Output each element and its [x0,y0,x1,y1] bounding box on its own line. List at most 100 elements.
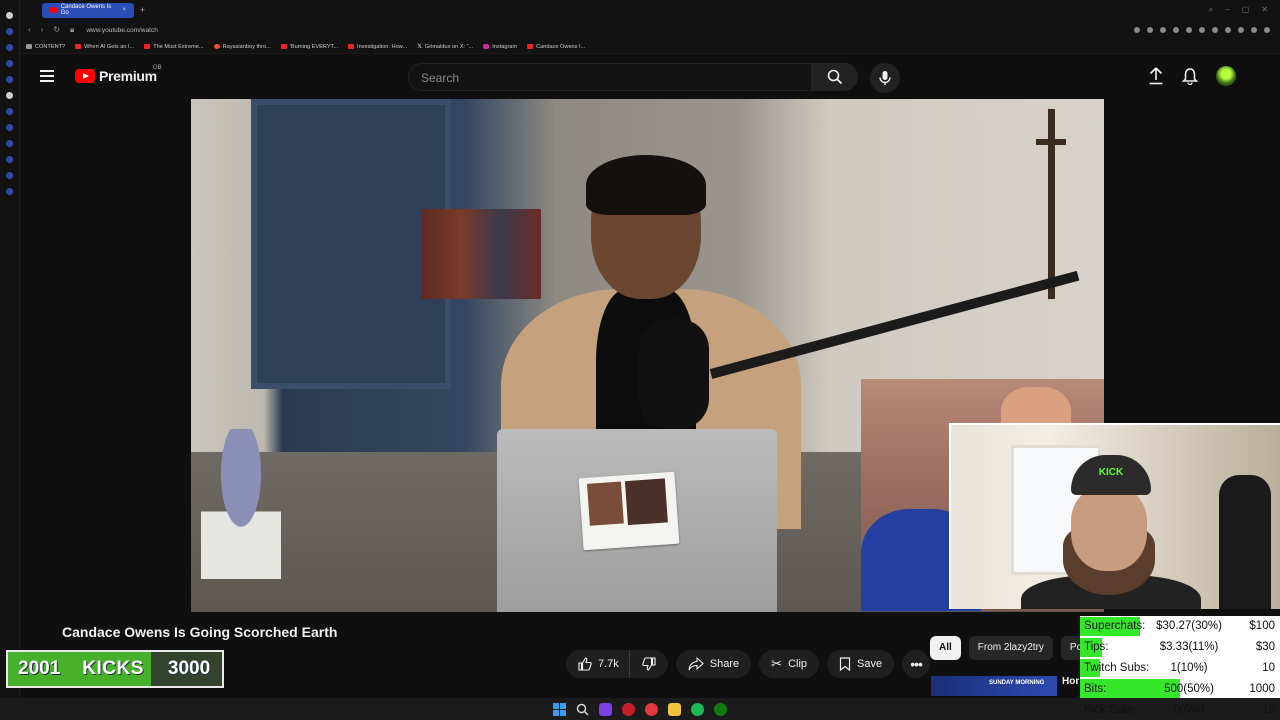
clip-button[interactable]: ✂ Clip [759,650,820,678]
menu-icon[interactable] [1264,27,1270,33]
spotify-icon[interactable] [691,702,704,716]
sidebar-app-icon[interactable] [6,108,13,115]
bookmark[interactable]: Investigation: How... [348,44,407,50]
sidebar-app-icon[interactable] [6,156,13,163]
history-icon[interactable] [6,172,13,179]
goal-value: $30.27(30%) [1156,620,1222,633]
search-tabs-icon[interactable]: ⌕ [1209,5,1213,15]
kicks-label: KICKS [82,658,144,679]
bookmark[interactable]: CONTENT? [26,44,65,50]
sidebar-app-icon[interactable] [6,60,13,67]
region-code: GB [153,65,162,71]
extension-icon[interactable] [1147,27,1153,33]
xbox-icon[interactable] [714,702,727,716]
download-icon[interactable] [1251,27,1257,33]
opera-browser-icon[interactable] [622,702,635,716]
youtube-icon [144,44,151,49]
settings-icon[interactable] [6,188,13,195]
screen: Candace Owens Is Go × + ⌕ – ▢ ✕ ‹ › ↻ 🔒︎… [0,0,1280,720]
bookmark[interactable]: Rayasianboy thro... [213,44,271,50]
messenger-icon[interactable] [6,124,13,131]
chip-all[interactable]: All [930,636,961,660]
back-icon[interactable]: ‹ [28,25,31,35]
share-button[interactable]: Share [675,650,752,678]
bookmark[interactable]: Candace Owens I... [527,44,585,50]
reload-icon[interactable]: ↻ [53,25,60,35]
extension-icon[interactable] [1186,27,1192,33]
video-scene-crucifix [1036,109,1066,299]
related-video-title[interactable]: Hor [1062,676,1079,687]
instagram-icon[interactable] [6,140,13,147]
sidebar-app-icon[interactable] [6,76,13,83]
goal-value: 500(50%) [1164,682,1214,695]
donation-goal-row: Superchats: $30.27(30%) $100 [1080,616,1280,637]
sidebar-app-icon[interactable] [6,44,13,51]
bookmark[interactable]: When AI Gets an I... [75,44,134,50]
folder-icon [26,44,32,49]
goal-value: $3.33(11%) [1159,641,1219,654]
goal-label: Kick Subs: [1084,703,1139,716]
chip-from-channel[interactable]: From 2lazy2try [968,636,1053,660]
goal-target: $100 [1249,620,1275,633]
youtube-premium-logo[interactable]: Premium GB [75,65,162,84]
search-input[interactable]: Search [408,63,812,91]
bookmark[interactable]: Instagram [483,44,517,50]
sidebar-app-icon[interactable] [6,92,13,99]
goal-label: Superchats: [1084,620,1146,633]
opera-gx-icon[interactable] [645,702,658,716]
goal-label: Twitch Subs: [1084,661,1150,674]
save-button[interactable]: Save [827,650,895,678]
hamburger-menu-icon[interactable] [40,70,54,82]
account-avatar[interactable] [1216,66,1236,86]
kicks-goal-bar: 2001 KICKS 3000 [6,650,224,688]
youtube-play-icon [75,69,95,83]
header-actions [1148,66,1236,86]
dislike-button[interactable] [628,650,668,678]
maximize-icon[interactable]: ▢ [1242,5,1250,15]
streamer-webcam: KICK [949,423,1280,609]
taskbar-search-icon[interactable] [576,703,589,716]
minimize-icon[interactable]: – [1225,5,1229,15]
forward-icon[interactable]: › [41,25,44,35]
goal-target: 10 [1262,661,1275,674]
youtube-icon [527,44,534,49]
kicks-goal: 3000 [167,658,211,679]
zoom-icon[interactable] [1134,27,1140,33]
like-count: 7.7k [598,658,619,670]
extension-icon[interactable] [1238,27,1244,33]
video-actions: 7.7k Share ✂ Clip Save ••• [566,650,931,678]
related-video-thumbnail[interactable]: SUNDAY MORNING [931,676,1057,696]
taskbar-app-icon[interactable] [599,702,612,716]
upload-icon[interactable] [1148,67,1164,85]
close-window-icon[interactable]: ✕ [1261,5,1268,15]
more-actions-button[interactable]: ••• [902,650,931,678]
url-field[interactable]: www.youtube.com/watch [86,27,158,34]
extension-icon[interactable] [1160,27,1166,33]
heart-icon[interactable] [1212,27,1218,33]
sidebar-app-icon[interactable] [6,28,13,35]
opera-logo-icon[interactable] [6,12,13,19]
extension-icon[interactable] [1173,27,1179,33]
bookmark[interactable]: 'Burning EVERYT... [280,44,338,50]
search-button[interactable] [812,63,858,91]
share-arrow-icon [688,657,704,671]
address-bar: ‹ › ↻ 🔒︎ www.youtube.com/watch [20,20,1280,40]
extension-icon[interactable] [1225,27,1231,33]
lock-icon: 🔒︎ [70,25,75,34]
bookmark[interactable]: 𝕏 Grimaldus on X: "... [417,43,473,51]
voice-search-button[interactable] [870,63,900,93]
microphone-icon [879,71,891,85]
extension-icon[interactable] [1199,27,1205,33]
goal-label: Bits: [1084,682,1107,695]
file-explorer-icon[interactable] [668,702,681,716]
browser-tab-active[interactable]: Candace Owens Is Go × [42,2,134,18]
new-tab-icon[interactable]: + [140,5,145,15]
notifications-bell-icon[interactable] [1182,67,1198,85]
like-button[interactable]: 7.7k [566,650,629,678]
windows-start-icon[interactable] [553,702,566,716]
bookmark[interactable]: The Most Extreme... [144,44,204,50]
browser-sidebar [0,0,20,700]
close-tab-icon[interactable]: × [122,7,126,13]
youtube-header: Premium GB Search [20,55,1280,99]
x-icon: 𝕏 [417,44,422,50]
